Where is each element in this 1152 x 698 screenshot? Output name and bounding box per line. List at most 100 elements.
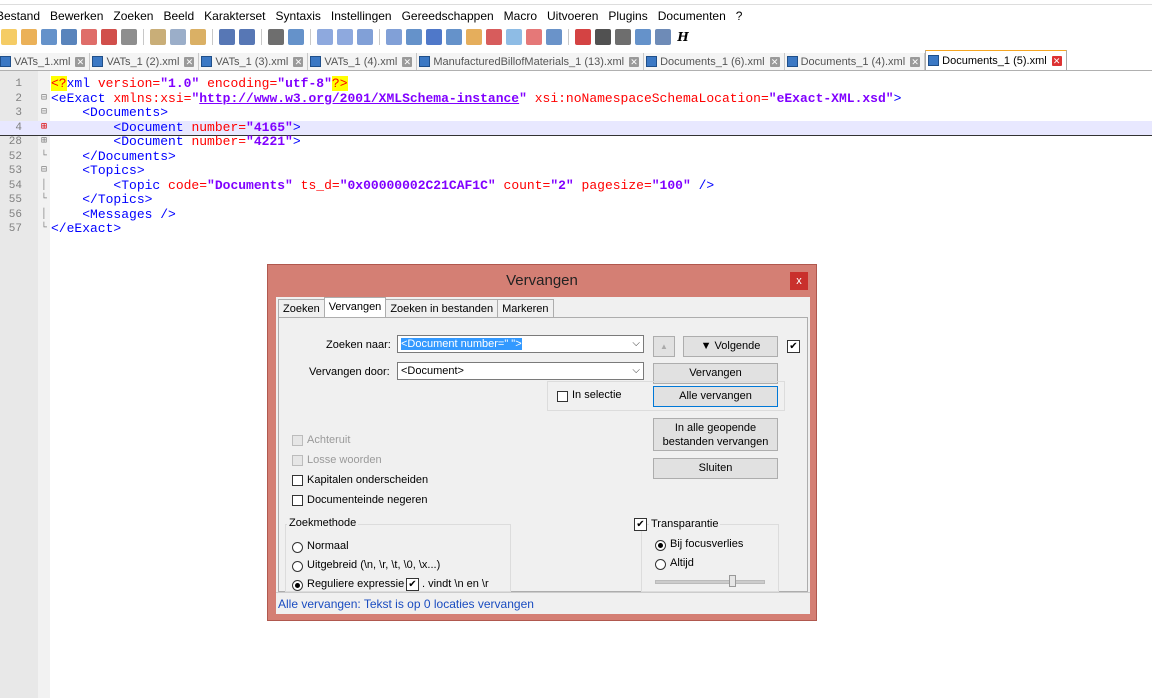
file-tab[interactable]: ManufacturedBillofMaterials_1 (13).xml ✕: [417, 53, 645, 70]
open-icon[interactable]: [21, 29, 37, 45]
close-icon[interactable]: ✕: [1051, 55, 1062, 66]
stop-macro-icon[interactable]: [595, 29, 611, 45]
transparency-checkbox[interactable]: ✔: [634, 518, 647, 531]
undo-icon[interactable]: [219, 29, 235, 45]
on-focus-lost-radio[interactable]: [655, 540, 666, 551]
close-icon[interactable]: ✕: [769, 56, 780, 67]
file-tab[interactable]: VATs_1 (4).xml ✕: [308, 53, 418, 70]
menu-bestand[interactable]: Bestand: [0, 9, 45, 23]
copy-icon[interactable]: [170, 29, 186, 45]
monitor-icon[interactable]: [546, 29, 562, 45]
close-icon[interactable]: ✕: [402, 56, 413, 67]
next-options-checkbox[interactable]: ✔: [787, 340, 800, 353]
dot-newline-checkbox[interactable]: ✔: [406, 578, 419, 591]
zoom-out-icon[interactable]: [337, 29, 353, 45]
code-line[interactable]: 54 │ <Topic code="Documents" ts_d="0x0000…: [0, 178, 1152, 193]
file-tab[interactable]: Documents_1 (5).xml ✕: [925, 50, 1067, 70]
menu-karakterset[interactable]: Karakterset: [199, 9, 270, 23]
collapse-fold-icon[interactable]: ⊟: [38, 164, 50, 178]
code-line[interactable]: 53 ⊟ <Topics>: [0, 164, 1152, 178]
indent-guide-icon[interactable]: [446, 29, 462, 45]
paste-icon[interactable]: [190, 29, 206, 45]
close-all-icon[interactable]: [101, 29, 117, 45]
code-line[interactable]: 55 └ </Topics>: [0, 193, 1152, 207]
code-line[interactable]: 56 │ <Messages />: [0, 207, 1152, 222]
sync-v-icon[interactable]: [357, 29, 373, 45]
wrap-around-checkbox[interactable]: [292, 495, 303, 506]
code-line[interactable]: 3 ⊟ <Documents>: [0, 106, 1152, 120]
tab-replace[interactable]: Vervangen: [323, 297, 387, 319]
find-input[interactable]: <Document number=" "> ⌵: [397, 335, 644, 353]
backward-checkbox[interactable]: [292, 435, 303, 446]
code-line[interactable]: 52 └ </Documents>: [0, 149, 1152, 164]
chevron-down-icon[interactable]: ⌵: [632, 336, 640, 352]
expand-fold-icon[interactable]: ⊞: [38, 121, 50, 135]
new-icon[interactable]: [1, 29, 17, 45]
slider-thumb[interactable]: [729, 575, 736, 587]
close-icon[interactable]: ✕: [184, 56, 195, 67]
code-line[interactable]: 2 ⊟ <eExact xmlns:xsi= "http://www.w3.org/2…: [0, 91, 1152, 106]
close-icon[interactable]: ✕: [293, 56, 304, 67]
whole-words-checkbox[interactable]: [292, 455, 303, 466]
code-line[interactable]: 28 ⊞ <Document number="4221">: [0, 135, 1152, 149]
record-macro-icon[interactable]: [575, 29, 591, 45]
menu-uitvoeren[interactable]: Uitvoeren: [542, 9, 603, 23]
file-tab[interactable]: Documents_1 (4).xml ✕: [784, 53, 926, 70]
save-macro-icon[interactable]: [655, 29, 671, 45]
menu-syntaxis[interactable]: Syntaxis: [271, 9, 326, 23]
in-selection-checkbox[interactable]: [557, 391, 568, 402]
file-tab[interactable]: VATs_1 (3).xml ✕: [199, 53, 309, 70]
wrap-icon[interactable]: [406, 29, 422, 45]
menu-instellingen[interactable]: Instellingen: [326, 9, 397, 23]
menu-gereedschappen[interactable]: Gereedschappen: [397, 9, 499, 23]
close-icon[interactable]: ✕: [75, 56, 86, 67]
replace-all-open-docs-button[interactable]: In alle geopende bestanden vervangen: [653, 418, 778, 451]
udl-icon[interactable]: [466, 29, 482, 45]
cut-icon[interactable]: [150, 29, 166, 45]
menu-zoeken[interactable]: Zoeken: [108, 9, 158, 23]
save-all-icon[interactable]: [61, 29, 77, 45]
next-button[interactable]: ▼ Volgende: [683, 336, 778, 357]
transparency-slider[interactable]: [655, 580, 765, 584]
mode-normal-radio[interactable]: [292, 542, 303, 553]
previous-button[interactable]: ▲: [653, 336, 675, 357]
file-tab[interactable]: VATs_1.xml ✕: [0, 53, 91, 70]
menu-macro[interactable]: Macro: [499, 9, 542, 23]
tab-find[interactable]: Zoeken: [278, 299, 325, 319]
file-tab[interactable]: VATs_1 (2).xml ✕: [90, 53, 200, 70]
close-icon[interactable]: [81, 29, 97, 45]
menu-help[interactable]: ?: [731, 9, 748, 23]
tab-find-in-files[interactable]: Zoeken in bestanden: [385, 299, 499, 319]
close-icon[interactable]: x: [790, 272, 808, 290]
h-icon[interactable]: H: [675, 29, 691, 45]
close-icon[interactable]: ✕: [629, 56, 640, 67]
redo-icon[interactable]: [239, 29, 255, 45]
menu-documenten[interactable]: Documenten: [653, 9, 731, 23]
code-line[interactable]: 1 <?xml version="1.0" encoding="utf-8"?>: [0, 76, 1152, 91]
doc-map-icon[interactable]: [486, 29, 502, 45]
sync-h-icon[interactable]: [386, 29, 402, 45]
folder-workspace-icon[interactable]: [526, 29, 542, 45]
menu-plugins[interactable]: Plugins: [603, 9, 652, 23]
print-icon[interactable]: [121, 29, 137, 45]
code-line[interactable]: 57 └ </eExact>: [0, 222, 1152, 236]
run-macro-multi-icon[interactable]: [635, 29, 651, 45]
all-chars-icon[interactable]: [426, 29, 442, 45]
replace-icon[interactable]: [288, 29, 304, 45]
function-list-icon[interactable]: [506, 29, 522, 45]
file-tab[interactable]: Documents_1 (6).xml ✕: [644, 53, 785, 70]
chevron-down-icon[interactable]: ⌵: [632, 363, 640, 379]
mode-extended-radio[interactable]: [292, 561, 303, 572]
menu-beeld[interactable]: Beeld: [158, 9, 199, 23]
zoom-in-icon[interactable]: [317, 29, 333, 45]
collapse-fold-icon[interactable]: ⊟: [38, 92, 50, 106]
expand-fold-icon[interactable]: ⊞: [38, 135, 50, 149]
close-icon[interactable]: ✕: [910, 56, 921, 67]
match-case-checkbox[interactable]: [292, 475, 303, 486]
tab-mark[interactable]: Markeren: [497, 299, 554, 319]
replace-input[interactable]: <Document> ⌵: [397, 362, 644, 380]
close-button[interactable]: Sluiten: [653, 458, 778, 479]
find-icon[interactable]: [268, 29, 284, 45]
save-icon[interactable]: [41, 29, 57, 45]
mode-regex-radio[interactable]: [292, 580, 303, 591]
